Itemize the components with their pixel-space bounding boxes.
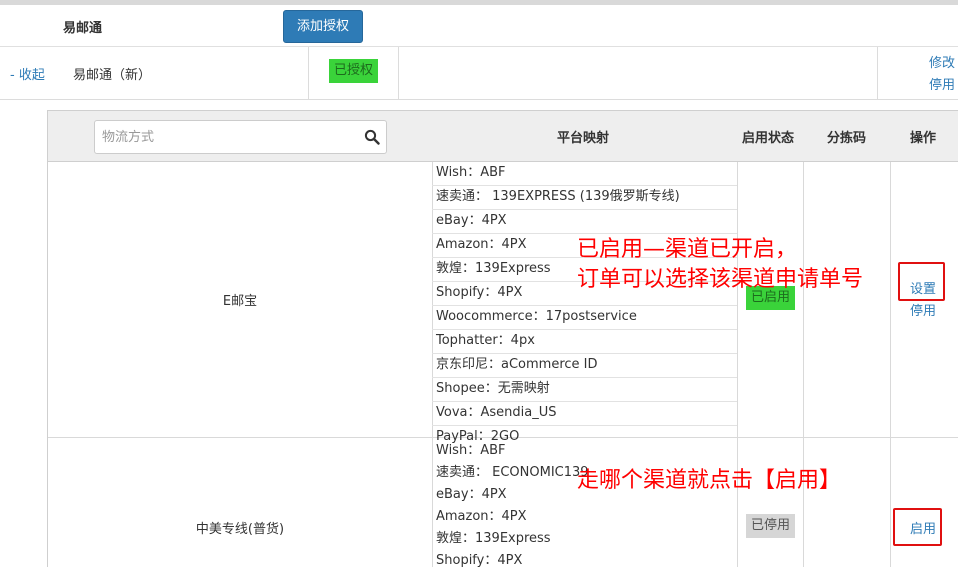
annotation-text: 走哪个渠道就点击【启用】 bbox=[577, 468, 842, 493]
column-sort-code: 分拣码 bbox=[827, 131, 867, 146]
channel-name: 中美专线(普货) bbox=[195, 522, 285, 537]
mapping-item: Woocommerce：17postservice bbox=[432, 306, 737, 330]
divider bbox=[737, 162, 738, 437]
mapping-item: eBay：4PX bbox=[432, 210, 737, 234]
highlight-box bbox=[898, 262, 945, 301]
status-disabled-badge: 已停用 bbox=[746, 514, 795, 538]
search-input[interactable] bbox=[100, 126, 354, 148]
search-box bbox=[94, 120, 387, 154]
column-mapping: 平台映射 bbox=[557, 131, 610, 146]
provider-title: 易邮通 bbox=[63, 21, 103, 36]
divider bbox=[803, 438, 804, 567]
mapping-item: Shopify：4PX bbox=[436, 553, 523, 567]
mapping-item: 速卖通： 139EXPRESS (139俄罗斯专线) bbox=[432, 186, 737, 210]
search-icon[interactable] bbox=[364, 129, 380, 145]
collapse-link[interactable]: - 收起 bbox=[10, 64, 45, 83]
divider bbox=[890, 162, 891, 437]
mapping-item: Wish：ABF bbox=[436, 443, 506, 458]
account-name: 易邮通（新） bbox=[73, 68, 152, 83]
divider bbox=[803, 162, 804, 437]
column-status: 启用状态 bbox=[742, 131, 795, 146]
account-row: - 收起 易邮通（新） 已授权 修改 停用 bbox=[0, 47, 958, 100]
table-header: 平台映射 启用状态 分拣码 操作 bbox=[48, 110, 958, 162]
divider bbox=[398, 47, 399, 99]
mapping-list: Wish：ABF 速卖通： 139EXPRESS (139俄罗斯专线) eBay… bbox=[432, 162, 737, 448]
table-row: 中美专线(普货) Wish：ABF 速卖通： ECONOMIC139 eBay：… bbox=[48, 438, 958, 567]
edit-link[interactable]: 修改 bbox=[929, 52, 955, 71]
add-auth-button[interactable]: 添加授权 bbox=[283, 10, 363, 43]
divider bbox=[877, 47, 878, 99]
mapping-item: Wish：ABF bbox=[432, 162, 737, 186]
mapping-item: Tophatter：4px bbox=[432, 330, 737, 354]
divider bbox=[308, 47, 309, 99]
mapping-item: 京东印尼：aCommerce ID bbox=[432, 354, 737, 378]
mapping-item: 敦煌：139Express bbox=[436, 531, 551, 546]
provider-header: 易邮通 添加授权 bbox=[0, 5, 958, 47]
mapping-list: Wish：ABF 速卖通： ECONOMIC139 eBay：4PX Amazo… bbox=[432, 440, 737, 567]
annotation-text: 已启用—渠道已开启， bbox=[577, 237, 798, 262]
divider bbox=[890, 438, 891, 567]
channel-name: E邮宝 bbox=[222, 294, 258, 309]
table-row: E邮宝 Wish：ABF 速卖通： 139EXPRESS (139俄罗斯专线) … bbox=[48, 162, 958, 444]
annotation-text: 订单可以选择该渠道申请单号 bbox=[577, 267, 864, 292]
mapping-item: Shopee：无需映射 bbox=[432, 378, 737, 402]
disable-link[interactable]: 停用 bbox=[929, 74, 955, 93]
mapping-item: Amazon：4PX bbox=[436, 509, 527, 524]
mapping-item: Vova：Asendia_US bbox=[432, 402, 737, 426]
channel-table: 平台映射 启用状态 分拣码 操作 E邮宝 Wish：ABF 速卖通： 139EX… bbox=[47, 110, 958, 567]
divider bbox=[737, 438, 738, 567]
auth-status-badge: 已授权 bbox=[329, 59, 378, 83]
column-action: 操作 bbox=[910, 131, 937, 146]
highlight-box bbox=[893, 508, 942, 546]
disable-channel-link[interactable]: 停用 bbox=[910, 300, 936, 319]
